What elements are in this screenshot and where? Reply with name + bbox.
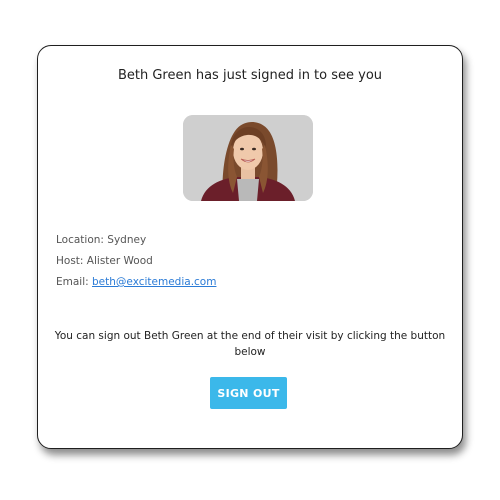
email-row: Email: beth@excitemedia.com <box>56 272 216 293</box>
visitor-details: Location: Sydney Host: Alister Wood Emai… <box>56 230 216 293</box>
location-label: Location: <box>56 234 104 246</box>
host-row: Host: Alister Wood <box>56 251 216 272</box>
visitor-photo-image <box>183 115 313 201</box>
visitor-notification-card: Beth Green has just signed in to see you <box>37 45 463 449</box>
instructions-line-2: below <box>234 346 266 358</box>
email-label: Email: <box>56 276 89 288</box>
instructions-line-1: You can sign out Beth Green at the end o… <box>54 330 446 342</box>
host-label: Host: <box>56 255 84 267</box>
location-value: Sydney <box>107 234 147 246</box>
location-row: Location: Sydney <box>56 230 216 251</box>
card-title: Beth Green has just signed in to see you <box>117 68 383 83</box>
email-link[interactable]: beth@excitemedia.com <box>92 276 216 288</box>
sign-out-button[interactable]: SIGN OUT <box>210 377 287 409</box>
host-value: Alister Wood <box>86 255 153 267</box>
visitor-photo <box>183 115 313 201</box>
signout-instructions: You can sign out Beth Green at the end o… <box>48 328 452 360</box>
